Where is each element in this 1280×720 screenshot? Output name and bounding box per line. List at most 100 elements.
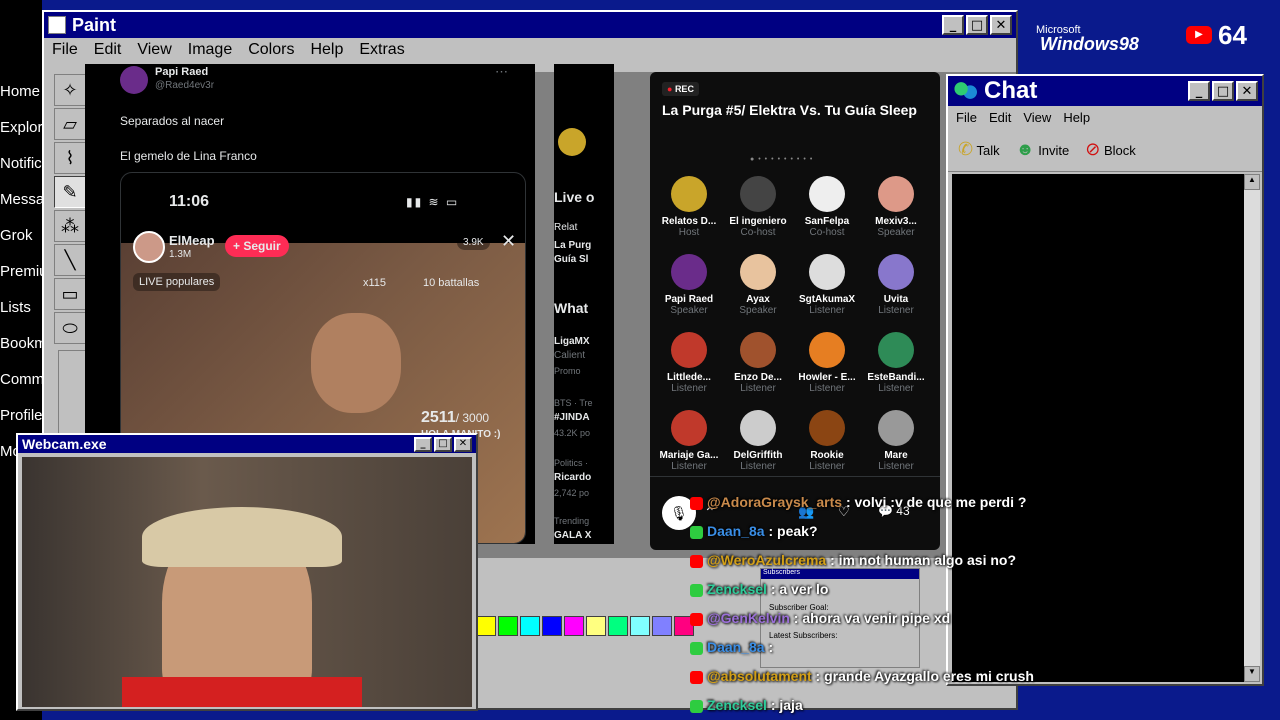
tweet-handle[interactable]: @Raed4ev3r — [155, 80, 214, 91]
participant-role: Co-host — [809, 227, 845, 238]
chat-menu-edit[interactable]: Edit — [989, 110, 1011, 125]
participant-name: Enzo De... — [734, 372, 782, 383]
minimize-button[interactable]: _ — [1188, 81, 1210, 101]
eraser-icon[interactable]: ▱ — [54, 108, 86, 140]
participant[interactable]: SgtAkumaX Listener — [792, 254, 862, 316]
trend-gala[interactable]: GALA X — [554, 530, 591, 541]
participant[interactable]: Ayax Speaker — [723, 254, 793, 316]
block-icon: ⊘ — [1085, 139, 1101, 159]
sidebar-item-grok[interactable]: Grok — [0, 227, 33, 244]
sidebar-item-lists[interactable]: Lists — [0, 299, 31, 316]
tweet-author[interactable]: Papi Raed — [155, 66, 208, 78]
close-button[interactable]: ✕ — [454, 436, 472, 452]
streamer-followers: 1.3M — [169, 249, 192, 260]
chat-title: Chat — [984, 77, 1038, 104]
menu-file[interactable]: File — [52, 41, 78, 59]
platform-badge-icon — [690, 496, 703, 510]
sidebar-item-messages[interactable]: Messa — [0, 191, 44, 208]
streamer-avatar[interactable] — [133, 231, 165, 263]
free-select-icon[interactable]: ✧ — [54, 74, 86, 106]
platform-badge-icon — [690, 641, 703, 655]
avatar[interactable] — [120, 66, 148, 94]
palette-swatch[interactable] — [542, 616, 562, 636]
close-button[interactable]: ✕ — [1236, 81, 1258, 101]
sidebar-item-explore[interactable]: Explor — [0, 119, 43, 136]
minimize-button[interactable]: _ — [942, 15, 964, 35]
chat-menu-help[interactable]: Help — [1063, 110, 1090, 125]
menu-colors[interactable]: Colors — [248, 41, 294, 59]
rectangle-icon[interactable]: ▭ — [54, 278, 86, 310]
palette-swatch[interactable] — [652, 616, 672, 636]
sidebar-item-bookmarks[interactable]: Bookm — [0, 335, 47, 352]
ellipse-icon[interactable]: ⬭ — [54, 312, 86, 344]
menu-image[interactable]: Image — [188, 41, 232, 59]
close-button[interactable]: ✕ — [990, 15, 1012, 35]
sidebar-item-home[interactable]: Home — [0, 83, 40, 100]
palette-swatch[interactable] — [564, 616, 584, 636]
trend-ricardo[interactable]: Ricardo — [554, 472, 591, 483]
participant-role: Listener — [671, 383, 707, 394]
trend-jinda[interactable]: #JINDA — [554, 412, 590, 423]
menu-view[interactable]: View — [137, 41, 171, 59]
palette-swatch[interactable] — [520, 616, 540, 636]
sidebar-item-communities[interactable]: Comm — [0, 371, 44, 388]
participant[interactable]: Relatos D... Host — [654, 176, 724, 238]
talk-button[interactable]: ✆ Talk — [958, 139, 1000, 160]
menu-help[interactable]: Help — [310, 41, 343, 59]
maximize-button[interactable]: □ — [1212, 81, 1234, 101]
chat-scrollbar[interactable]: ▲ ▼ — [1244, 174, 1260, 682]
participant[interactable]: Howler - E... Listener — [792, 332, 862, 394]
participant[interactable]: Mare Listener — [861, 410, 931, 472]
airbrush-icon[interactable]: ⁂ — [54, 210, 86, 242]
spaces-panel: ● REC La Purga #5/ Elektra Vs. Tu Guía S… — [650, 72, 940, 550]
chat-text: : grande Ayazgallo eres mi crush — [811, 668, 1034, 684]
color-picker-icon[interactable]: ⌇ — [54, 142, 86, 174]
block-button[interactable]: ⊘ Block — [1085, 139, 1136, 160]
battery-icon: ▮▮ ≋ ▭ — [406, 195, 460, 209]
participant-avatar — [878, 176, 914, 212]
participant-avatar — [740, 410, 776, 446]
participant[interactable]: Enzo De... Listener — [723, 332, 793, 394]
invite-button[interactable]: ☻ Invite — [1016, 139, 1070, 160]
participant[interactable]: DelGriffith Listener — [723, 410, 793, 472]
live-popular-badge[interactable]: LIVE populares — [133, 273, 221, 291]
menu-extras[interactable]: Extras — [359, 41, 404, 59]
participant[interactable]: Papi Raed Speaker — [654, 254, 724, 316]
participant[interactable]: Mexiv3... Speaker — [861, 176, 931, 238]
more-icon[interactable]: ⋯ — [495, 64, 508, 80]
scroll-down-icon[interactable]: ▼ — [1244, 666, 1260, 682]
latest-subscribers: Latest Subscribers: — [769, 631, 838, 640]
palette-swatch[interactable] — [630, 616, 650, 636]
color-palette — [476, 616, 696, 640]
chat-menu-file[interactable]: File — [956, 110, 977, 125]
participant[interactable]: SanFelpa Co-host — [792, 176, 862, 238]
participant[interactable]: Rookie Listener — [792, 410, 862, 472]
maximize-button[interactable]: □ — [966, 15, 988, 35]
sidebar-item-premium[interactable]: Premiu — [0, 263, 48, 280]
palette-swatch[interactable] — [476, 616, 496, 636]
chat-menu-view[interactable]: View — [1023, 110, 1051, 125]
scroll-up-icon[interactable]: ▲ — [1244, 174, 1260, 190]
trend-ligamx[interactable]: LigaMX — [554, 336, 590, 347]
maximize-button[interactable]: □ — [434, 436, 452, 452]
trend-promo: Promo — [554, 366, 581, 376]
participant[interactable]: EsteBandi... Listener — [861, 332, 931, 394]
minimize-button[interactable]: _ — [414, 436, 432, 452]
follow-button[interactable]: + Seguir — [225, 235, 289, 257]
participant[interactable]: El ingeniero Co-host — [723, 176, 793, 238]
sidebar-item-notifications[interactable]: Notific — [0, 155, 42, 172]
sidebar-item-profile[interactable]: Profile — [0, 407, 43, 424]
menu-edit[interactable]: Edit — [94, 41, 122, 59]
line-icon[interactable]: ╲ — [54, 244, 86, 276]
chat-log[interactable] — [952, 174, 1244, 682]
palette-swatch[interactable] — [498, 616, 518, 636]
close-icon[interactable]: ✕ — [501, 231, 516, 252]
palette-swatch[interactable] — [608, 616, 628, 636]
pencil-icon[interactable]: ✎ — [54, 176, 86, 208]
participant[interactable]: Mariaje Ga... Listener — [654, 410, 724, 472]
invite-icon: ☻ — [1015, 139, 1035, 159]
participant[interactable]: Uvita Listener — [861, 254, 931, 316]
chat-message: Zencksel : jaja — [690, 697, 803, 713]
participant[interactable]: Littlede... Listener — [654, 332, 724, 394]
palette-swatch[interactable] — [586, 616, 606, 636]
